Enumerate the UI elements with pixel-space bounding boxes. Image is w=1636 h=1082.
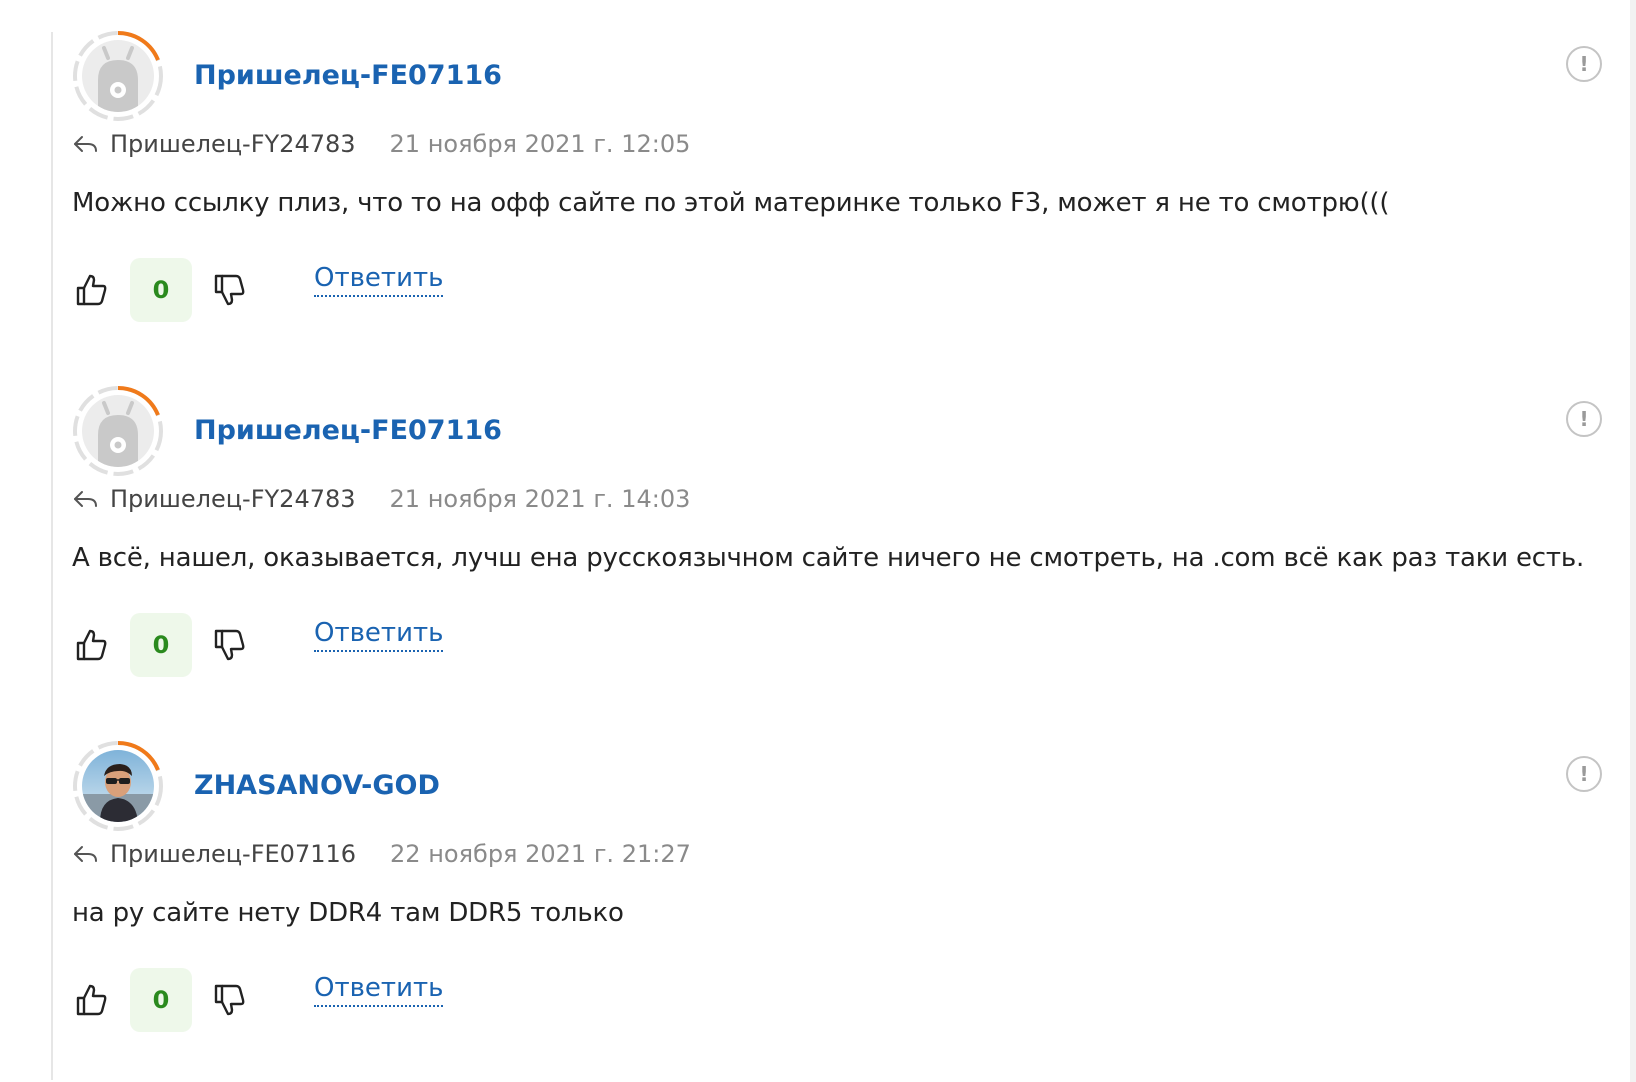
reply-to-name[interactable]: Пришелец-FY24783 xyxy=(110,130,356,158)
comment-text: А всё, нашел, оказывается, лучш ена русс… xyxy=(72,543,1585,573)
thumbs-down-icon xyxy=(214,274,245,306)
author-name[interactable]: ZHASANOV-GOD xyxy=(194,770,440,801)
like-button[interactable] xyxy=(72,980,112,1020)
reply-arrow-icon xyxy=(74,136,97,152)
user-photo-icon xyxy=(82,750,154,822)
vote-count: 0 xyxy=(130,968,192,1032)
reply-button[interactable]: Ответить xyxy=(314,618,444,652)
comment-date: 21 ноября 2021 г. 14:03 xyxy=(389,485,691,513)
comment-actions: 0 Ответить xyxy=(72,258,444,322)
comment: ZHASANOV-GOD ! Пришелец-FE07116 22 ноябр… xyxy=(72,740,1602,1040)
reply-arrow-icon xyxy=(74,491,97,507)
comment-meta: Пришелец-FE07116 22 ноября 2021 г. 21:27 xyxy=(72,836,691,872)
comment-date: 22 ноября 2021 г. 21:27 xyxy=(390,840,691,868)
comment: Пришелец-FE07116 ! Пришелец-FY24783 21 н… xyxy=(72,385,1602,685)
thumbs-up-icon xyxy=(76,629,107,661)
like-button[interactable] xyxy=(72,625,112,665)
like-button[interactable] xyxy=(72,270,112,310)
report-button[interactable]: ! xyxy=(1566,756,1602,792)
thumbs-up-icon xyxy=(76,274,107,306)
vote-count: 0 xyxy=(130,613,192,677)
comment: Пришелец-FE07116 ! Пришелец-FY24783 21 н… xyxy=(72,30,1602,330)
comment-actions: 0 Ответить xyxy=(72,968,444,1032)
reply-to-name[interactable]: Пришелец-FY24783 xyxy=(110,485,356,513)
comment-meta: Пришелец-FY24783 21 ноября 2021 г. 14:03 xyxy=(72,481,690,517)
comment-meta: Пришелец-FY24783 21 ноября 2021 г. 12:05 xyxy=(72,126,690,162)
report-button[interactable]: ! xyxy=(1566,401,1602,437)
thread-line xyxy=(51,32,53,1080)
thumbs-up-icon xyxy=(76,984,107,1016)
comment-text: на ру сайте нету DDR4 там DDR5 только xyxy=(72,898,624,928)
dislike-button[interactable] xyxy=(210,270,250,310)
thumbs-down-icon xyxy=(214,629,245,661)
comment-text: Можно ссылку плиз, что то на офф сайте п… xyxy=(72,188,1390,218)
report-button[interactable]: ! xyxy=(1566,46,1602,82)
alien-avatar-icon xyxy=(82,395,154,467)
dislike-button[interactable] xyxy=(210,980,250,1020)
vote-count: 0 xyxy=(130,258,192,322)
dislike-button[interactable] xyxy=(210,625,250,665)
reply-to-name[interactable]: Пришелец-FE07116 xyxy=(110,840,356,868)
avatar[interactable] xyxy=(72,740,164,832)
scrollbar-track[interactable] xyxy=(1630,0,1636,1082)
comment-date: 21 ноября 2021 г. 12:05 xyxy=(389,130,691,158)
comment-actions: 0 Ответить xyxy=(72,613,444,677)
thumbs-down-icon xyxy=(214,984,245,1016)
reply-button[interactable]: Ответить xyxy=(314,263,444,297)
avatar[interactable] xyxy=(72,385,164,477)
reply-arrow-icon xyxy=(74,846,97,862)
author-name[interactable]: Пришелец-FE07116 xyxy=(194,415,502,446)
alien-avatar-icon xyxy=(82,40,154,112)
avatar[interactable] xyxy=(72,30,164,122)
reply-button[interactable]: Ответить xyxy=(314,973,444,1007)
author-name[interactable]: Пришелец-FE07116 xyxy=(194,60,502,91)
